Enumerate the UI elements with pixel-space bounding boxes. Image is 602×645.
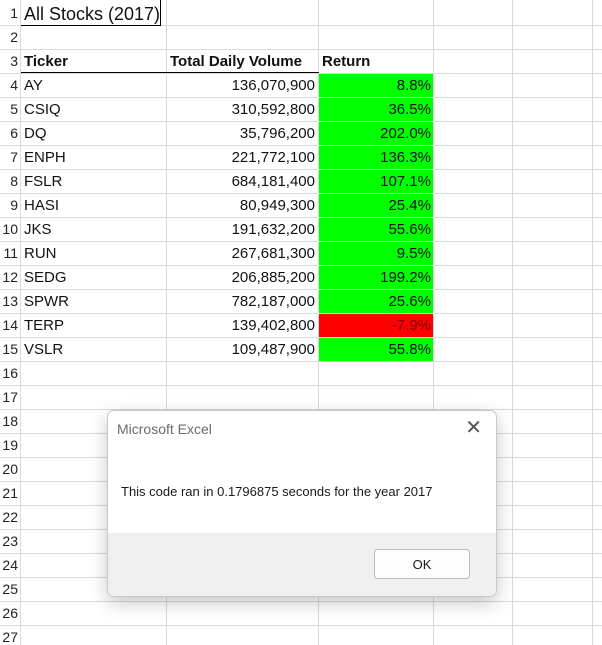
return-cell[interactable]: 25.6% — [319, 290, 433, 313]
row-number[interactable]: 7 — [0, 146, 18, 169]
message-dialog: Microsoft Excel ✕ This code ran in 0.179… — [107, 410, 497, 597]
sheet-row: 10 JKS 191,632,200 55.6% — [0, 218, 602, 242]
sheet-row: 17 — [0, 386, 602, 410]
volume-cell[interactable]: 139,402,800 — [167, 314, 317, 337]
return-cell[interactable]: 25.4% — [319, 194, 433, 217]
row-number[interactable]: 24 — [0, 554, 18, 577]
return-cell[interactable]: 202.0% — [319, 122, 433, 145]
header-return[interactable]: Return — [319, 50, 433, 73]
ticker-cell[interactable]: JKS — [21, 218, 165, 241]
row-number[interactable]: 5 — [0, 98, 18, 121]
sheet-row: 5 CSIQ 310,592,800 36.5% — [0, 98, 602, 122]
ticker-cell[interactable]: CSIQ — [21, 98, 165, 121]
ticker-cell[interactable]: AY — [21, 74, 165, 97]
return-cell[interactable]: 8.8% — [319, 74, 433, 97]
sheet-row: 15 VSLR 109,487,900 55.8% — [0, 338, 602, 362]
ticker-cell[interactable]: HASI — [21, 194, 165, 217]
volume-cell[interactable]: 221,772,100 — [167, 146, 317, 169]
volume-cell[interactable]: 684,181,400 — [167, 170, 317, 193]
return-cell[interactable]: 36.5% — [319, 98, 433, 121]
row-number[interactable]: 22 — [0, 506, 18, 529]
return-cell[interactable]: 55.8% — [319, 338, 433, 361]
return-cell[interactable]: 9.5% — [319, 242, 433, 265]
row-number[interactable]: 13 — [0, 290, 18, 313]
sheet-row: 4 AY 136,070,900 8.8% — [0, 74, 602, 98]
sheet-row: 16 — [0, 362, 602, 386]
row-number[interactable]: 9 — [0, 194, 18, 217]
return-cell[interactable]: 107.1% — [319, 170, 433, 193]
row-number[interactable]: 19 — [0, 434, 18, 457]
row-number[interactable]: 21 — [0, 482, 18, 505]
row-number[interactable]: 12 — [0, 266, 18, 289]
row-number[interactable]: 11 — [0, 242, 18, 265]
sheet-row: 3 Ticker Total Daily Volume Return — [0, 50, 602, 74]
ticker-cell[interactable]: FSLR — [21, 170, 165, 193]
volume-cell[interactable]: 109,487,900 — [167, 338, 317, 361]
ticker-cell[interactable]: TERP — [21, 314, 165, 337]
volume-cell[interactable]: 206,885,200 — [167, 266, 317, 289]
close-icon[interactable]: ✕ — [465, 417, 482, 439]
return-cell[interactable]: 199.2% — [319, 266, 433, 289]
return-cell[interactable]: -7.9% — [319, 314, 433, 337]
sheet-row: 9 HASI 80,949,300 25.4% — [0, 194, 602, 218]
sheet-row: 12 SEDG 206,885,200 199.2% — [0, 266, 602, 290]
sheet-row: 27 — [0, 626, 602, 645]
sheet-row: 6 DQ 35,796,200 202.0% — [0, 122, 602, 146]
ok-button[interactable]: OK — [374, 549, 470, 579]
sheet-row: 7 ENPH 221,772,100 136.3% — [0, 146, 602, 170]
sheet-row: 26 — [0, 602, 602, 626]
header-underline — [21, 72, 319, 73]
sheet-row: 2 — [0, 26, 602, 50]
ticker-cell[interactable]: RUN — [21, 242, 165, 265]
sheet-row: 14 TERP 139,402,800 -7.9% — [0, 314, 602, 338]
row-number[interactable]: 4 — [0, 74, 18, 97]
volume-cell[interactable]: 310,592,800 — [167, 98, 317, 121]
sheet-title[interactable]: All Stocks (2017) — [21, 0, 162, 26]
volume-cell[interactable]: 136,070,900 — [167, 74, 317, 97]
sheet-row: 11 RUN 267,681,300 9.5% — [0, 242, 602, 266]
return-cell[interactable]: 55.6% — [319, 218, 433, 241]
volume-cell[interactable]: 267,681,300 — [167, 242, 317, 265]
row-number[interactable]: 17 — [0, 386, 18, 409]
ticker-cell[interactable]: DQ — [21, 122, 165, 145]
volume-cell[interactable]: 782,187,000 — [167, 290, 317, 313]
ticker-cell[interactable]: ENPH — [21, 146, 165, 169]
return-cell[interactable]: 136.3% — [319, 146, 433, 169]
sheet-row: 13 SPWR 782,187,000 25.6% — [0, 290, 602, 314]
dialog-title: Microsoft Excel — [117, 421, 212, 437]
ticker-cell[interactable]: SEDG — [21, 266, 165, 289]
row-number[interactable]: 8 — [0, 170, 18, 193]
row-number[interactable]: 23 — [0, 530, 18, 553]
dialog-message: This code ran in 0.1796875 seconds for t… — [121, 484, 433, 499]
row-number[interactable]: 18 — [0, 410, 18, 433]
row-number[interactable]: 3 — [0, 50, 18, 73]
header-volume[interactable]: Total Daily Volume — [167, 50, 317, 73]
row-number[interactable]: 2 — [0, 26, 18, 49]
row-number[interactable]: 20 — [0, 458, 18, 481]
row-number[interactable]: 10 — [0, 218, 18, 241]
row-number[interactable]: 14 — [0, 314, 18, 337]
dialog-footer: OK — [108, 533, 496, 596]
volume-cell[interactable]: 35,796,200 — [167, 122, 317, 145]
sheet-row: 8 FSLR 684,181,400 107.1% — [0, 170, 602, 194]
row-number[interactable]: 6 — [0, 122, 18, 145]
row-number[interactable]: 1 — [0, 2, 18, 25]
ticker-cell[interactable]: VSLR — [21, 338, 165, 361]
header-ticker[interactable]: Ticker — [21, 50, 165, 73]
volume-cell[interactable]: 191,632,200 — [167, 218, 317, 241]
row-number[interactable]: 26 — [0, 602, 18, 625]
volume-cell[interactable]: 80,949,300 — [167, 194, 317, 217]
ticker-cell[interactable]: SPWR — [21, 290, 165, 313]
row-number[interactable]: 16 — [0, 362, 18, 385]
row-number[interactable]: 25 — [0, 578, 18, 601]
row-number[interactable]: 15 — [0, 338, 18, 361]
row-number[interactable]: 27 — [0, 626, 18, 645]
